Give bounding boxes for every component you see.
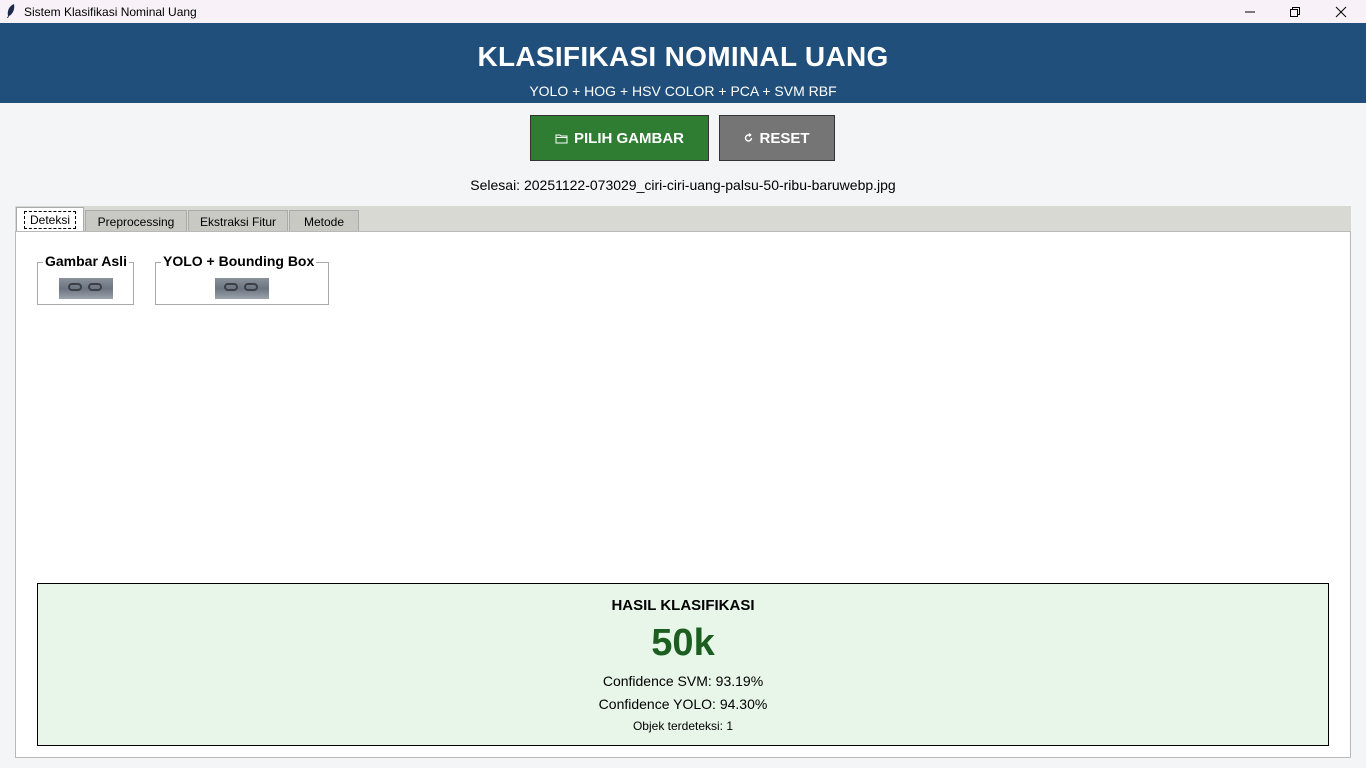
app-header: KLASIFIKASI NOMINAL UANG YOLO + HOG + HS… (0, 23, 1366, 103)
reset-label: RESET (759, 129, 810, 147)
minimize-icon (1245, 11, 1255, 12)
close-button[interactable] (1318, 0, 1364, 23)
status-text: Selesai: 20251122-073029_ciri-ciri-uang-… (470, 177, 896, 193)
original-image-frame: Gambar Asli (37, 253, 134, 305)
tab-preprocessing[interactable]: Preprocessing (85, 210, 187, 232)
yolo-image-thumbnail (215, 278, 269, 299)
original-image-label: Gambar Asli (43, 253, 129, 269)
result-value: 50k (651, 622, 715, 664)
restore-button[interactable] (1272, 0, 1318, 23)
pilih-gambar-label: PILIH GAMBAR (574, 129, 684, 147)
result-title: HASIL KLASIFIKASI (611, 597, 755, 614)
tab-metode[interactable]: Metode (289, 210, 359, 232)
confidence-yolo: Confidence YOLO: 94.30% (598, 696, 768, 712)
reset-button[interactable]: RESET (719, 115, 835, 161)
minimize-button[interactable] (1227, 0, 1273, 23)
refresh-icon (744, 133, 753, 143)
confidence-svm: Confidence SVM: 93.19% (602, 673, 764, 689)
tab-deteksi[interactable]: Deteksi (16, 207, 84, 232)
yolo-image-label: YOLO + Bounding Box (161, 253, 317, 269)
app-title: KLASIFIKASI NOMINAL UANG (477, 41, 889, 72)
yolo-image-frame: YOLO + Bounding Box (155, 253, 329, 305)
tab-ekstraksi-fitur[interactable]: Ekstraksi Fitur (188, 210, 288, 232)
close-icon (1335, 6, 1347, 17)
app-feather-icon (7, 4, 15, 18)
pilih-gambar-button[interactable]: PILIH GAMBAR (530, 115, 709, 161)
objects-detected: Objek terdeteksi: 1 (632, 719, 734, 733)
folder-icon (555, 133, 568, 144)
app-subtitle: YOLO + HOG + HSV COLOR + PCA + SVM RBF (529, 83, 837, 99)
window-titlebar: Sistem Klasifikasi Nominal Uang (0, 0, 1366, 23)
tab-deteksi-label: Deteksi (23, 211, 76, 229)
tab-preprocessing-label: Preprocessing (97, 214, 175, 229)
tab-ekstraksi-fitur-label: Ekstraksi Fitur (199, 214, 276, 229)
result-panel: HASIL KLASIFIKASI 50k Confidence SVM: 93… (37, 583, 1329, 746)
original-image-thumbnail (59, 278, 113, 299)
window-title: Sistem Klasifikasi Nominal Uang (24, 5, 197, 19)
tab-metode-label: Metode (303, 214, 345, 229)
restore-icon (1290, 6, 1300, 17)
